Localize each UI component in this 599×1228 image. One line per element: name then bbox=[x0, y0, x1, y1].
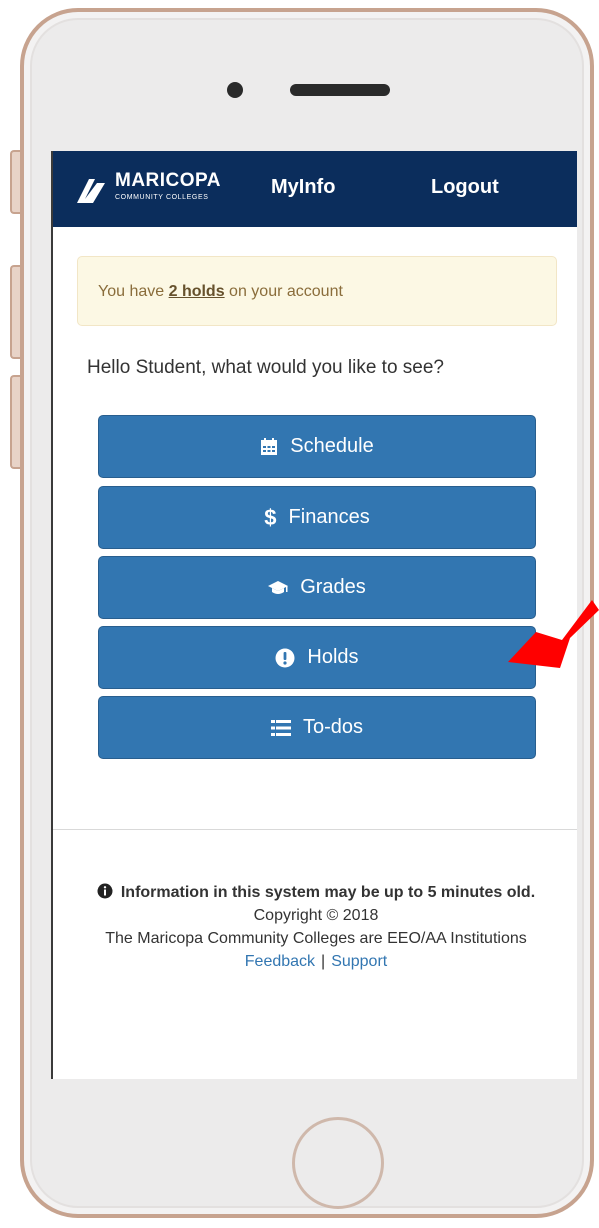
holds-alert: You have 2 holds on your account bbox=[77, 256, 557, 326]
info-text: Information in this system may be up to … bbox=[120, 884, 536, 901]
footer-link-separator: | bbox=[321, 953, 326, 970]
brand-name: MARICOPA bbox=[115, 170, 222, 191]
red-arrow-annotation bbox=[508, 600, 599, 668]
exclamation-circle-icon bbox=[275, 648, 295, 668]
eeo-text: The Maricopa Community Colleges are EEO/… bbox=[105, 930, 527, 947]
app-screen: MARICOPA COMMUNITY COLLEGES MyInfo Logou… bbox=[51, 151, 577, 1079]
todos-button[interactable]: To-dos bbox=[98, 696, 536, 759]
holds-label: Holds bbox=[307, 646, 359, 668]
support-link[interactable]: Support bbox=[331, 953, 387, 970]
grades-button[interactable]: Grades bbox=[98, 556, 536, 619]
brand-logo[interactable]: MARICOPA COMMUNITY COLLEGES bbox=[115, 171, 221, 203]
list-icon bbox=[270, 719, 291, 737]
alert-prefix: You have bbox=[98, 283, 169, 300]
alert-suffix: on your account bbox=[224, 283, 343, 300]
dollar-icon: $ bbox=[264, 504, 277, 530]
grades-label: Grades bbox=[300, 576, 366, 598]
info-circle-icon bbox=[97, 883, 113, 899]
footer-divider bbox=[53, 829, 577, 830]
finances-label: Finances bbox=[288, 506, 370, 528]
nav-myinfo-link[interactable]: MyInfo bbox=[271, 176, 335, 199]
schedule-button[interactable]: Schedule bbox=[98, 415, 536, 478]
speaker-grille bbox=[290, 84, 390, 96]
home-button[interactable] bbox=[292, 1117, 384, 1209]
finances-button[interactable]: $ Finances bbox=[98, 486, 536, 549]
schedule-label: Schedule bbox=[290, 435, 374, 457]
holds-count-link[interactable]: 2 holds bbox=[169, 283, 225, 300]
nav-logout-link[interactable]: Logout bbox=[431, 176, 499, 199]
footer-links: Feedback | Support bbox=[53, 950, 577, 973]
info-notice: Information in this system may be up to … bbox=[53, 881, 577, 904]
top-navbar: MARICOPA COMMUNITY COLLEGES MyInfo Logou… bbox=[53, 151, 577, 227]
maricopa-logo-icon[interactable] bbox=[75, 173, 109, 207]
footer: Information in this system may be up to … bbox=[53, 881, 577, 973]
camera-icon bbox=[227, 82, 243, 98]
feedback-link[interactable]: Feedback bbox=[245, 953, 315, 970]
greeting-text: Hello Student, what would you like to se… bbox=[87, 357, 444, 378]
copyright-text: Copyright © 2018 bbox=[253, 907, 379, 924]
graduation-cap-icon bbox=[268, 580, 289, 596]
todos-label: To-dos bbox=[302, 716, 364, 738]
holds-button[interactable]: Holds bbox=[98, 626, 536, 689]
brand-subtitle: COMMUNITY COLLEGES bbox=[115, 194, 209, 201]
calendar-icon bbox=[260, 437, 278, 456]
